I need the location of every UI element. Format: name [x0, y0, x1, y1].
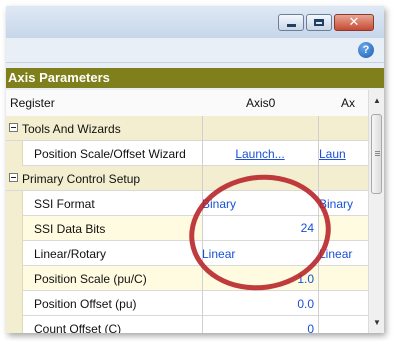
table-row[interactable]: Position Scale/Offset Wizard Launch... L…	[6, 141, 368, 166]
position-offset-axis0[interactable]: 0.0	[202, 297, 318, 311]
table-row[interactable]: Position Offset (pu) 0.0	[6, 291, 368, 316]
minimize-icon	[287, 24, 296, 27]
row-label: SSI Format	[34, 197, 95, 211]
row-indent	[6, 316, 23, 333]
row-indent	[6, 291, 23, 316]
collapse-icon[interactable]	[9, 123, 18, 132]
screenshot-frame: ✕ ? Axis Parameters Register Axis0 Ax To…	[6, 6, 384, 333]
row-indent	[6, 266, 23, 291]
maximize-icon	[314, 19, 324, 26]
row-indent	[6, 191, 23, 216]
launch-link-axis1[interactable]: Laun	[319, 147, 346, 161]
row-label: Position Scale/Offset Wizard	[34, 147, 186, 161]
row-label: Count Offset (C)	[34, 322, 122, 333]
row-label: Linear/Rotary	[34, 247, 107, 261]
scroll-down-icon[interactable]: ▼	[373, 318, 381, 327]
column-header-register[interactable]: Register	[10, 96, 55, 110]
section-header: Axis Parameters	[6, 68, 384, 88]
group-row-tools[interactable]: Tools And Wizards	[6, 116, 368, 141]
window-controls: ✕	[278, 14, 374, 31]
group-row-primary-control[interactable]: Primary Control Setup	[6, 166, 368, 191]
toolbar: ?	[6, 38, 384, 63]
close-button[interactable]: ✕	[334, 14, 374, 31]
row-label: Position Scale (pu/C)	[34, 272, 147, 286]
row-label: SSI Data Bits	[34, 222, 106, 236]
help-icon[interactable]: ?	[358, 42, 374, 58]
row-indent	[6, 216, 23, 241]
scroll-up-icon[interactable]: ▲	[373, 96, 381, 105]
window-titlebar: ✕	[6, 6, 384, 38]
count-offset-axis0[interactable]: 0	[202, 322, 318, 333]
table-row[interactable]: Count Offset (C) 0	[6, 316, 368, 333]
maximize-button[interactable]	[306, 14, 332, 31]
column-header-axis0[interactable]: Axis0	[246, 96, 275, 110]
group-label: Primary Control Setup	[22, 172, 141, 186]
vertical-scrollbar[interactable]: ▲ ▼	[368, 90, 384, 333]
launch-link[interactable]: Launch...	[235, 147, 284, 161]
scrollbar-thumb[interactable]	[371, 114, 382, 194]
grip-icon	[375, 151, 380, 152]
minimize-button[interactable]	[278, 14, 304, 31]
group-label: Tools And Wizards	[22, 122, 121, 136]
row-label: Position Offset (pu)	[34, 297, 137, 311]
row-indent	[6, 141, 23, 166]
collapse-icon[interactable]	[9, 173, 18, 182]
close-icon: ✕	[348, 15, 360, 30]
column-header-axis1[interactable]: Ax	[341, 96, 355, 110]
grid-header: Register Axis0 Ax	[6, 90, 368, 117]
row-indent	[6, 241, 23, 266]
table-row[interactable]: Position Scale (pu/C) 1.0	[6, 266, 368, 291]
